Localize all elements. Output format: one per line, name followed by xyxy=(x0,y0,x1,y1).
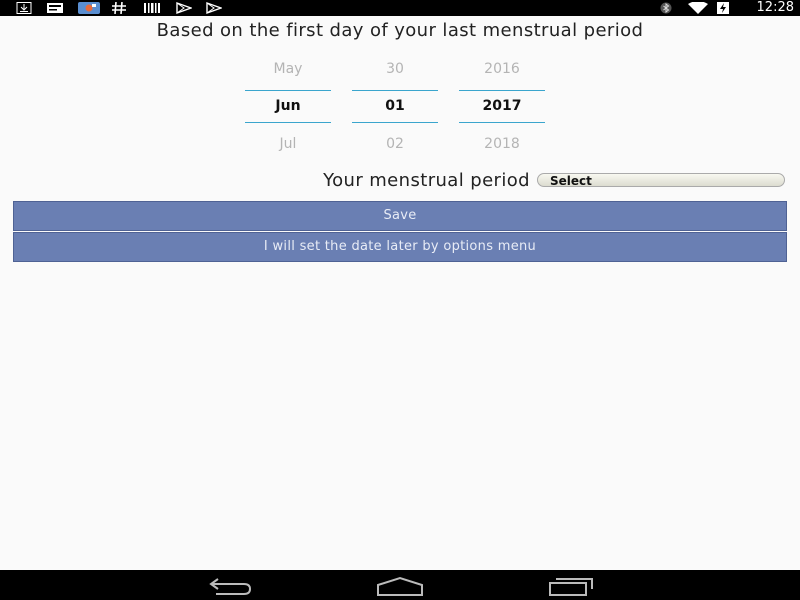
set-later-button[interactable]: I will set the date later by options men… xyxy=(13,232,787,262)
recents-icon[interactable] xyxy=(548,575,596,597)
year-next[interactable]: 2018 xyxy=(459,136,545,152)
message-icon xyxy=(47,3,63,13)
day-current[interactable]: 01 xyxy=(352,98,438,114)
day-next[interactable]: 02 xyxy=(352,136,438,152)
bluetooth-icon xyxy=(660,2,672,14)
month-next[interactable]: Jul xyxy=(245,136,331,152)
battery-charging-icon xyxy=(717,2,729,14)
picker-divider xyxy=(352,122,438,123)
home-icon[interactable] xyxy=(376,575,424,597)
day-prev[interactable]: 30 xyxy=(352,61,438,77)
hash-icon xyxy=(112,2,126,14)
day-picker[interactable]: 30 01 02 xyxy=(352,55,438,165)
page-title: Based on the first day of your last mens… xyxy=(156,20,644,41)
period-label: Your menstrual period xyxy=(323,170,530,191)
year-picker[interactable]: 2016 2017 2018 xyxy=(459,55,545,165)
month-picker[interactable]: May Jun Jul xyxy=(245,55,331,165)
picker-divider xyxy=(245,90,331,91)
period-row: Your menstrual period Select xyxy=(0,170,800,194)
picker-divider xyxy=(352,90,438,91)
play-store-icon xyxy=(206,2,222,14)
status-bar: 12:28 xyxy=(0,0,800,16)
navigation-bar xyxy=(0,570,800,600)
back-icon[interactable] xyxy=(206,575,254,597)
period-select[interactable]: Select xyxy=(537,173,785,188)
save-button[interactable]: Save xyxy=(13,201,787,231)
app-photo-icon xyxy=(78,2,100,14)
month-prev[interactable]: May xyxy=(245,61,331,77)
picker-divider xyxy=(245,122,331,123)
play-store-icon xyxy=(176,2,192,14)
status-time: 12:28 xyxy=(756,0,794,15)
month-current[interactable]: Jun xyxy=(245,98,331,114)
picker-divider xyxy=(459,122,545,123)
download-icon xyxy=(16,2,32,14)
year-prev[interactable]: 2016 xyxy=(459,61,545,77)
barcode-icon xyxy=(144,3,160,13)
year-current[interactable]: 2017 xyxy=(459,98,545,114)
wifi-icon xyxy=(688,2,708,14)
picker-divider xyxy=(459,90,545,91)
